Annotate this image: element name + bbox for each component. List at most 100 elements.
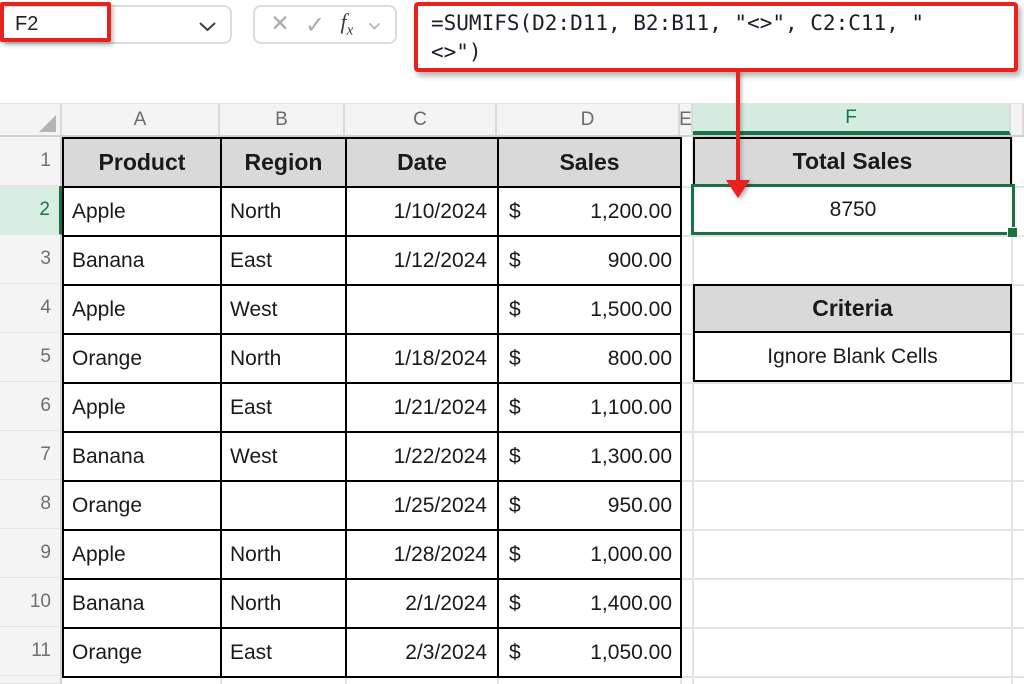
currency-symbol: $	[509, 641, 521, 665]
currency-symbol: $	[509, 445, 521, 469]
column-header-a[interactable]: A	[62, 104, 220, 135]
column-header-c[interactable]: C	[345, 104, 497, 135]
cell-b9-region[interactable]: North	[222, 531, 347, 580]
currency-symbol: $	[509, 298, 521, 322]
cell-c6-date[interactable]: 1/21/2024	[347, 384, 499, 433]
cell-d2-sales[interactable]: $1,200.00	[499, 188, 682, 237]
function-dropdown-icon[interactable]	[369, 23, 380, 30]
row-header-7[interactable]: 7	[0, 431, 62, 480]
cell-a2-product[interactable]: Apple	[64, 188, 222, 237]
cell-c4-date[interactable]	[347, 286, 499, 335]
currency-symbol: $	[509, 249, 521, 273]
cell-f5-criteria-value[interactable]: Ignore Blank Cells	[695, 333, 1010, 380]
cell-d4-sales[interactable]: $1,500.00	[499, 286, 682, 335]
grid-line	[680, 627, 1024, 629]
row-header-3[interactable]: 3	[0, 235, 62, 284]
select-all-corner[interactable]	[0, 104, 62, 135]
currency-symbol: $	[509, 347, 521, 371]
cell-a3-product[interactable]: Banana	[64, 237, 222, 286]
cell-a7-product[interactable]: Banana	[64, 433, 222, 482]
cell-d10-sales[interactable]: $1,400.00	[499, 580, 682, 629]
cell-c11-date[interactable]: 2/3/2024	[347, 629, 499, 678]
formula-bar-area: F2 ✕ ✓ fx =SUMIFS(D2:D11, B2:B11, "<>", …	[0, 0, 1024, 103]
row-header-2[interactable]: 2	[0, 186, 62, 235]
row-header-10[interactable]: 10	[0, 578, 62, 627]
formula-button-group: ✕ ✓ fx	[253, 5, 397, 44]
sales-amount: 1,500.00	[590, 298, 672, 322]
row-header-5[interactable]: 5	[0, 333, 62, 382]
cell-b3-region[interactable]: East	[222, 237, 347, 286]
cell-a4-product[interactable]: Apple	[64, 286, 222, 335]
annotation-arrow-head	[726, 180, 750, 198]
row-header-6[interactable]: 6	[0, 382, 62, 431]
cell-d11-sales[interactable]: $1,050.00	[499, 629, 682, 678]
cell-b7-region[interactable]: West	[222, 433, 347, 482]
name-box[interactable]: F2	[1, 5, 232, 44]
cell-b10-region[interactable]: North	[222, 580, 347, 629]
cell-c7-date[interactable]: 1/22/2024	[347, 433, 499, 482]
grid-line	[680, 480, 1024, 482]
table-row: AppleEast1/21/2024$1,100.00	[64, 384, 682, 433]
column-header-partial[interactable]	[1011, 104, 1024, 135]
cell-b6-region[interactable]: East	[222, 384, 347, 433]
cell-d3-sales[interactable]: $900.00	[499, 237, 682, 286]
row-header-9[interactable]: 9	[0, 529, 62, 578]
column-header-f[interactable]: F	[693, 104, 1011, 135]
cell-c9-date[interactable]: 1/28/2024	[347, 531, 499, 580]
cell-a11-product[interactable]: Orange	[64, 629, 222, 678]
header-cell-region[interactable]: Region	[222, 139, 347, 188]
data-table: ProductRegionDateSalesAppleNorth1/10/202…	[62, 137, 682, 678]
criteria-box: Criteria Ignore Blank Cells	[693, 284, 1012, 382]
cell-d7-sales[interactable]: $1,300.00	[499, 433, 682, 482]
cell-f4-criteria-header[interactable]: Criteria	[695, 286, 1010, 333]
formula-input[interactable]: =SUMIFS(D2:D11, B2:B11, "<>", C2:C11, " …	[414, 2, 1018, 72]
cell-d5-sales[interactable]: $800.00	[499, 335, 682, 384]
currency-symbol: $	[509, 200, 521, 224]
cell-b2-region[interactable]: North	[222, 188, 347, 237]
selection-fill-handle[interactable]	[1007, 227, 1018, 238]
table-row: OrangeEast2/3/2024$1,050.00	[64, 629, 682, 678]
cell-c10-date[interactable]: 2/1/2024	[347, 580, 499, 629]
column-header-e[interactable]: E	[680, 104, 693, 135]
cell-b4-region[interactable]: West	[222, 286, 347, 335]
total-sales-value: 8750	[830, 198, 877, 222]
criteria-label: Criteria	[812, 295, 893, 322]
name-box-dropdown-icon[interactable]	[199, 22, 216, 32]
column-header-b[interactable]: B	[220, 104, 345, 135]
cell-f1-total-sales-header[interactable]: Total Sales	[693, 137, 1012, 186]
cell-a5-product[interactable]: Orange	[64, 335, 222, 384]
cell-a6-product[interactable]: Apple	[64, 384, 222, 433]
cell-b11-region[interactable]: East	[222, 629, 347, 678]
header-cell-sales[interactable]: Sales	[499, 139, 682, 188]
cancel-icon[interactable]: ✕	[270, 13, 289, 36]
criteria-text: Ignore Blank Cells	[767, 345, 937, 369]
header-cell-product[interactable]: Product	[64, 139, 222, 188]
column-header-d[interactable]: D	[497, 104, 680, 135]
cell-b8-region[interactable]	[222, 482, 347, 531]
sales-amount: 1,100.00	[590, 396, 672, 420]
enter-icon[interactable]: ✓	[305, 13, 325, 37]
cell-c3-date[interactable]: 1/12/2024	[347, 237, 499, 286]
row-header-11[interactable]: 11	[0, 627, 62, 676]
cell-d6-sales[interactable]: $1,100.00	[499, 384, 682, 433]
grid-line	[680, 382, 1024, 384]
row-header-1[interactable]: 1	[0, 137, 62, 186]
cell-a8-product[interactable]: Orange	[64, 482, 222, 531]
header-cell-date[interactable]: Date	[347, 139, 499, 188]
row-header-4[interactable]: 4	[0, 284, 62, 333]
table-row: OrangeNorth1/18/2024$800.00	[64, 335, 682, 384]
cell-a10-product[interactable]: Banana	[64, 580, 222, 629]
sales-amount: 1,400.00	[590, 592, 672, 616]
table-row: AppleWest $1,500.00	[64, 286, 682, 335]
currency-symbol: $	[509, 592, 521, 616]
cell-c5-date[interactable]: 1/18/2024	[347, 335, 499, 384]
row-header-8[interactable]: 8	[0, 480, 62, 529]
cell-b5-region[interactable]: North	[222, 335, 347, 384]
grid-line	[680, 529, 1024, 531]
cell-d9-sales[interactable]: $1,000.00	[499, 531, 682, 580]
cell-c8-date[interactable]: 1/25/2024	[347, 482, 499, 531]
cell-a9-product[interactable]: Apple	[64, 531, 222, 580]
cell-c2-date[interactable]: 1/10/2024	[347, 188, 499, 237]
insert-function-icon[interactable]: fx	[340, 11, 353, 38]
cell-d8-sales[interactable]: $950.00	[499, 482, 682, 531]
